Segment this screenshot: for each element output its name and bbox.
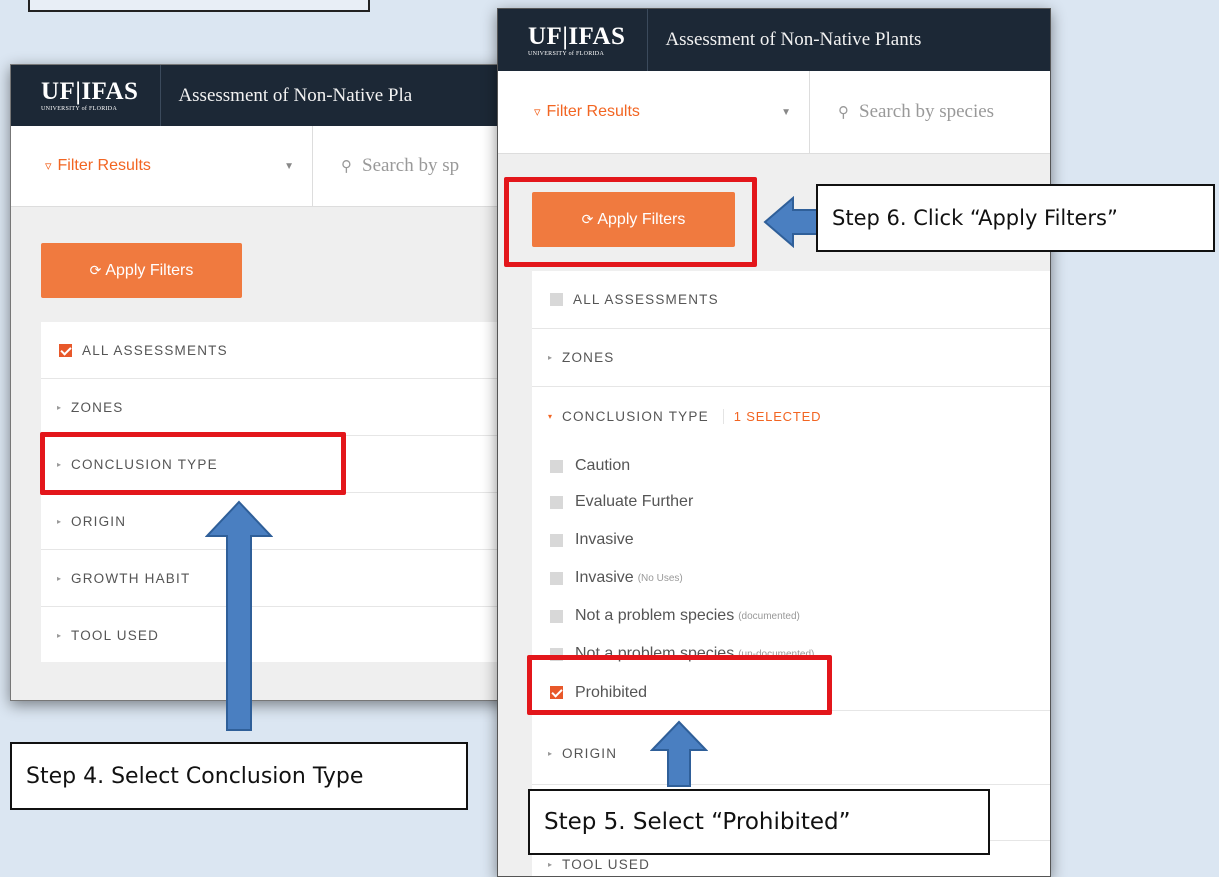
- logo-wordmark: UF|IFAS: [41, 78, 139, 105]
- highlight-prohibited: [527, 655, 832, 715]
- left-arrow-icon: [763, 196, 822, 248]
- checkbox-icon[interactable]: [550, 459, 563, 473]
- highlight-apply-filters: [504, 177, 757, 267]
- callout-step6-text: Step 6. Click “Apply Filters”: [832, 206, 1118, 230]
- screenshot-panel-step4: UF|IFAS UNIVERSITY of FLORIDA Assessment…: [10, 64, 565, 701]
- row-label: TOOL USED: [71, 628, 160, 643]
- checkbox-icon[interactable]: [550, 609, 563, 623]
- row-label: ZONES: [71, 399, 124, 415]
- up-arrow-icon: [650, 720, 708, 787]
- filter-row-origin[interactable]: ▸ ORIGIN: [532, 723, 1050, 785]
- row-label: ZONES: [562, 350, 615, 365]
- uf-ifas-logo[interactable]: UF|IFAS UNIVERSITY of FLORIDA: [11, 65, 162, 126]
- logo-subtext: UNIVERSITY of FLORIDA: [41, 106, 118, 112]
- screenshot-panel-step5-6: UF|IFAS UNIVERSITY of FLORIDA Assessment…: [497, 8, 1051, 877]
- filter-row-zones[interactable]: ▸ ZONES: [532, 329, 1050, 387]
- logo-subtext: UNIVERSITY of FLORIDA: [528, 50, 605, 57]
- checkbox-checked-icon[interactable]: [59, 343, 72, 357]
- uf-ifas-logo[interactable]: UF|IFAS UNIVERSITY of FLORIDA: [498, 9, 649, 71]
- chevron-right-icon: ▸: [57, 631, 63, 640]
- option-evaluate-further[interactable]: Evaluate Further: [532, 485, 1050, 519]
- row-label: ORIGIN: [71, 513, 127, 529]
- filter-results-toggle[interactable]: ▿ Filter Results ▼: [498, 71, 810, 153]
- option-not-a-problem-documented[interactable]: Not a problem species (documented): [532, 599, 1050, 633]
- option-invasive-no-uses[interactable]: Invasive (No Uses): [532, 561, 1050, 595]
- filter-row-conclusion-type[interactable]: ▾ CONCLUSION TYPE 1 SELECTED: [532, 387, 1050, 445]
- callout-step4: Step 4. Select Conclusion Type: [10, 742, 468, 810]
- chevron-right-icon: ▸: [57, 516, 63, 526]
- app-title: Assessment of Non-Native Plants: [665, 29, 922, 50]
- option-label: Invasive: [575, 531, 634, 548]
- filter-bar: ▿ Filter Results ▼ ⚲ Search by sp: [11, 126, 564, 207]
- option-label: Evaluate Further: [575, 493, 694, 510]
- chevron-right-icon: ▸: [548, 859, 554, 869]
- option-note: (documented): [738, 610, 800, 622]
- app-header: UF|IFAS UNIVERSITY of FLORIDA Assessment…: [11, 65, 564, 126]
- search-placeholder: Search by sp: [362, 155, 460, 176]
- filter-row-growth-habit[interactable]: ▸ GROWTH HABIT: [41, 550, 564, 607]
- chevron-right-icon: ▸: [548, 749, 554, 758]
- caret-down-icon: ▼: [781, 106, 791, 118]
- option-note: (No Uses): [637, 572, 683, 584]
- row-label: GROWTH HABIT: [71, 570, 191, 586]
- row-label: TOOL USED: [562, 856, 651, 872]
- option-label: Not a problem species: [575, 607, 735, 624]
- row-label: CONCLUSION TYPE: [562, 408, 709, 424]
- filter-results-toggle[interactable]: ▿ Filter Results ▼: [11, 126, 313, 206]
- filter-row-origin[interactable]: ▸ ORIGIN: [41, 493, 564, 550]
- filter-row-tool-used[interactable]: ▸ TOOL USED: [41, 607, 564, 664]
- top-title-strip: [28, 0, 370, 12]
- checkbox-icon[interactable]: [550, 293, 563, 306]
- funnel-icon: ▿: [534, 104, 541, 119]
- filter-bar: ▿ Filter Results ▼ ⚲ Search by species: [498, 71, 1050, 154]
- callout-step5: Step 5. Select “Prohibited”: [528, 789, 990, 855]
- refresh-icon: ⟳: [89, 262, 102, 279]
- checkbox-icon[interactable]: [550, 533, 563, 547]
- callout-step5-text: Step 5. Select “Prohibited”: [544, 809, 851, 835]
- chevron-down-icon: ▾: [548, 411, 554, 421]
- logo-wordmark: UF|IFAS: [528, 22, 626, 50]
- search-icon: ⚲: [341, 157, 352, 175]
- chevron-right-icon: ▸: [57, 573, 63, 583]
- option-caution[interactable]: Caution: [532, 449, 1050, 483]
- option-label: Caution: [575, 457, 631, 474]
- callout-step4-text: Step 4. Select Conclusion Type: [26, 763, 364, 789]
- search-placeholder: Search by species: [859, 101, 995, 122]
- filter-row-all-assessments[interactable]: ALL ASSESSMENTS: [41, 322, 564, 379]
- callout-step6: Step 6. Click “Apply Filters”: [816, 184, 1215, 252]
- checkbox-icon[interactable]: [550, 571, 563, 585]
- apply-filters-button[interactable]: ⟳ Apply Filters: [41, 243, 242, 298]
- caret-down-icon: ▼: [284, 160, 294, 172]
- chevron-right-icon: ▸: [57, 402, 63, 412]
- filter-row-zones[interactable]: ▸ ZONES: [41, 379, 564, 436]
- up-arrow-icon: [205, 500, 273, 731]
- row-label: ALL ASSESSMENTS: [82, 342, 228, 358]
- app-title: Assessment of Non-Native Pla: [178, 84, 413, 106]
- filter-results-label: Filter Results: [57, 157, 151, 174]
- selected-count-badge: 1 SELECTED: [722, 408, 821, 424]
- row-label: ALL ASSESSMENTS: [573, 292, 719, 307]
- option-invasive[interactable]: Invasive: [532, 523, 1050, 557]
- checkbox-icon[interactable]: [550, 495, 563, 509]
- search-icon: ⚲: [838, 103, 849, 121]
- row-label: ORIGIN: [562, 746, 618, 761]
- app-header: UF|IFAS UNIVERSITY of FLORIDA Assessment…: [498, 9, 1050, 71]
- option-label: Invasive: [575, 569, 634, 586]
- filter-list: ALL ASSESSMENTS ▸ ZONES ▾ CONCLUSION TYP…: [532, 271, 1050, 876]
- apply-filters-label: Apply Filters: [105, 261, 194, 279]
- search-input[interactable]: ⚲ Search by species: [810, 71, 1050, 153]
- filter-results-label: Filter Results: [546, 103, 640, 120]
- chevron-right-icon: ▸: [548, 353, 554, 362]
- filter-row-all-assessments[interactable]: ALL ASSESSMENTS: [532, 271, 1050, 329]
- highlight-conclusion-type: [40, 432, 346, 495]
- funnel-icon: ▿: [45, 158, 52, 173]
